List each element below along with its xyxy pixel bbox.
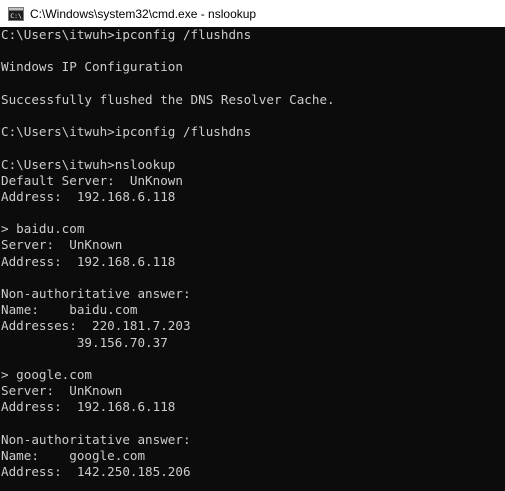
console-line: Address: 192.168.6.118 [1, 253, 176, 269]
console-line: C:\Users\itwuh>ipconfig /flushdns [1, 27, 252, 42]
console-line: Windows IP Configuration [1, 59, 183, 75]
console-line: Default Server: UnKnown [1, 172, 183, 188]
console-line: Server: UnKnown [1, 237, 123, 253]
console-line: Addresses: 220.181.7.203 [1, 318, 191, 334]
title-bar[interactable]: C:\ C:\Windows\system32\cmd.exe - nslook… [0, 0, 505, 27]
console-line: Address: 142.250.185.206 [1, 464, 191, 480]
console-line: Non-authoritative answer: [1, 431, 191, 447]
console-line: Address: 192.168.6.118 [1, 188, 176, 204]
console-line: Successfully flushed the DNS Resolver Ca… [1, 91, 335, 107]
console-output[interactable]: C:\Users\itwuh>ipconfig /flushdns Windows… [0, 27, 505, 491]
console-line: C:\Users\itwuh>ipconfig /flushdns [1, 124, 252, 140]
window-title: C:\Windows\system32\cmd.exe - nslookup [30, 6, 257, 21]
console-line: C:\Users\itwuh>nslookup [1, 156, 176, 172]
cmd-window: C:\ C:\Windows\system32\cmd.exe - nslook… [0, 0, 505, 491]
console-line: 39.156.70.37 [1, 334, 168, 350]
console-line: Name: google.com [1, 447, 146, 463]
svg-text:C:\: C:\ [10, 12, 22, 20]
console-line: Non-authoritative answer: [1, 286, 191, 301]
console-line: > google.com [1, 366, 92, 382]
cmd-icon[interactable]: C:\ [8, 6, 24, 21]
console-line: Address: 192.168.6.118 [1, 399, 176, 415]
console-line: > baidu.com [1, 221, 85, 237]
console-line: Server: UnKnown [1, 383, 123, 399]
console-line: Name: baidu.com [1, 302, 138, 318]
